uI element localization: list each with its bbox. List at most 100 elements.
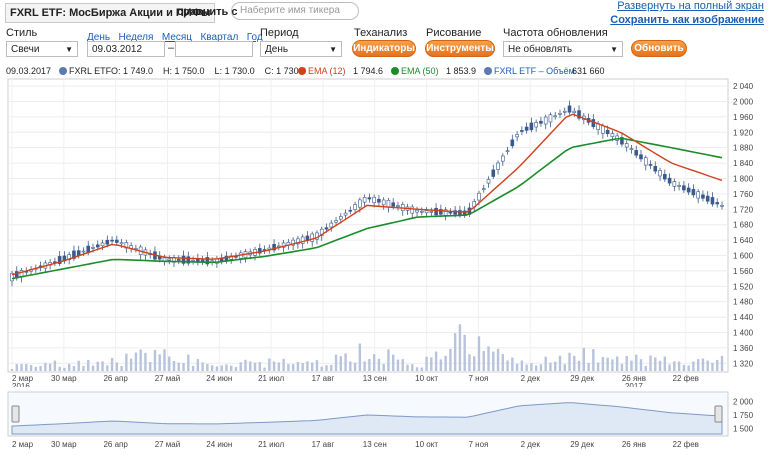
date-from-input[interactable]: 09.03.2012 xyxy=(87,41,165,57)
volume-bar xyxy=(615,356,619,371)
refresh-select-value: Не обновлять xyxy=(508,44,573,55)
volume-bar xyxy=(573,355,576,371)
volume-bar xyxy=(82,365,85,371)
candle xyxy=(705,195,710,202)
nav-x-tick-label: 7 ноя xyxy=(468,440,488,449)
candle xyxy=(572,110,577,114)
y-tick-label: 1 520 xyxy=(733,282,754,291)
volume-bar xyxy=(649,355,652,371)
volume-bar xyxy=(58,366,61,371)
style-select[interactable]: Свечи ▼ xyxy=(6,41,78,57)
x-tick-label: 26 апр xyxy=(103,374,128,383)
volume-bar xyxy=(153,349,157,371)
volume-bar xyxy=(549,362,552,371)
y-tick-label: 1 560 xyxy=(733,267,754,276)
volume-bar xyxy=(234,367,238,371)
y-tick-label: 1 360 xyxy=(733,344,754,353)
candle xyxy=(701,194,705,199)
volume-bar xyxy=(87,360,90,371)
date-range-dash: – xyxy=(168,42,175,54)
volume-bar xyxy=(611,359,614,371)
y-tick-label: 1 400 xyxy=(733,328,754,337)
y-tick-label: 1 680 xyxy=(733,221,754,230)
indicators-button[interactable]: Индикаторы xyxy=(352,40,416,57)
volume-bar xyxy=(29,364,33,371)
refresh-select[interactable]: Не обновлять ▼ xyxy=(503,41,623,57)
navigator-right-handle[interactable] xyxy=(714,405,723,423)
candle xyxy=(81,250,86,253)
fullscreen-link[interactable]: Развернуть на полный экран xyxy=(617,0,764,12)
volume-bar xyxy=(187,354,190,371)
price-chart[interactable]: 1 320 1 360 1 400 1 440 1 480 1 520 1 560 1 600… xyxy=(0,77,770,387)
candle xyxy=(667,177,672,184)
period-select[interactable]: День ▼ xyxy=(260,41,342,57)
update-button[interactable]: Обновить xyxy=(631,40,687,57)
volume-bar xyxy=(492,351,495,371)
candle xyxy=(558,113,562,115)
legend-volume: FXRL ETF – Объём xyxy=(484,66,575,76)
volume-bar xyxy=(525,364,528,371)
techanalysis-label: Теханализ xyxy=(354,27,408,39)
nav-y-tick-label: 1 750 xyxy=(733,411,754,420)
candle xyxy=(605,129,610,135)
volume-bar xyxy=(268,358,271,371)
nav-x-tick-label: 27 май xyxy=(155,440,181,449)
nav-y-tick-label: 1 500 xyxy=(733,425,754,434)
volume-bar xyxy=(716,359,719,371)
x-axis: 2 мар201630 мар 26 апр 27 май 24 июн 21 июл 1… xyxy=(12,374,699,387)
x-tick-label: 7 ноя xyxy=(468,374,488,383)
volume-bar xyxy=(125,353,128,371)
candle xyxy=(119,242,124,245)
candle xyxy=(419,210,424,213)
volume-bar xyxy=(411,364,414,371)
volume-bar xyxy=(372,354,376,371)
volume-bar xyxy=(363,361,366,371)
y-axis: 1 320 1 360 1 400 1 440 1 480 1 520 1 560 1 600… xyxy=(733,82,754,368)
candle xyxy=(534,122,538,128)
candle xyxy=(529,122,534,131)
candle xyxy=(543,116,548,125)
series-dot-icon xyxy=(59,67,67,75)
candle xyxy=(391,202,396,207)
volume-bar xyxy=(587,362,590,371)
volume-bar xyxy=(606,357,609,371)
volume-bar xyxy=(229,365,233,371)
volume-bar xyxy=(596,362,600,371)
candle xyxy=(477,192,481,201)
volume-bar xyxy=(368,359,371,371)
candle xyxy=(501,155,505,162)
volume-bar xyxy=(511,357,514,371)
volume-bar xyxy=(106,365,109,371)
y-tick-label: 1 920 xyxy=(733,128,754,137)
y-tick-label: 1 800 xyxy=(733,174,754,183)
tools-button[interactable]: Инструменты xyxy=(425,40,495,57)
candle xyxy=(429,211,434,213)
candle xyxy=(553,115,558,118)
volume-bar xyxy=(101,361,104,371)
save-image-link[interactable]: Сохранить как изображение xyxy=(610,14,764,26)
legend-ema50-value: 1 853.9 xyxy=(446,66,477,76)
candle xyxy=(639,154,643,160)
nav-x-tick-label: 26 апр xyxy=(103,440,128,449)
navigator[interactable]: 1 5001 7502 000 2 мар 30 мар 26 апр 27 май 2… xyxy=(0,388,770,455)
candle xyxy=(415,209,419,213)
ticker-search-input[interactable]: Наберите имя тикера xyxy=(231,2,359,20)
x-tick-label: 30 мар xyxy=(51,374,77,383)
legend-ema12-label: EMA (12) xyxy=(308,66,346,76)
date-to-input[interactable] xyxy=(175,41,253,57)
candle xyxy=(386,199,391,208)
period-select-value: День xyxy=(265,44,289,55)
volume-bar xyxy=(401,359,404,371)
volume-bar xyxy=(353,362,357,371)
x-tick-label: 13 сен xyxy=(363,374,387,383)
chevron-down-icon: ▼ xyxy=(610,45,618,54)
volume-bar xyxy=(477,336,481,371)
candle xyxy=(677,185,681,187)
candle xyxy=(348,210,353,212)
navigator-left-handle[interactable] xyxy=(11,405,20,423)
volume-bar xyxy=(134,352,138,371)
legend-ema50-label: EMA (50) xyxy=(401,66,439,76)
x-tick-label: 10 окт xyxy=(415,374,438,383)
candle xyxy=(396,205,400,207)
candle xyxy=(539,120,543,124)
